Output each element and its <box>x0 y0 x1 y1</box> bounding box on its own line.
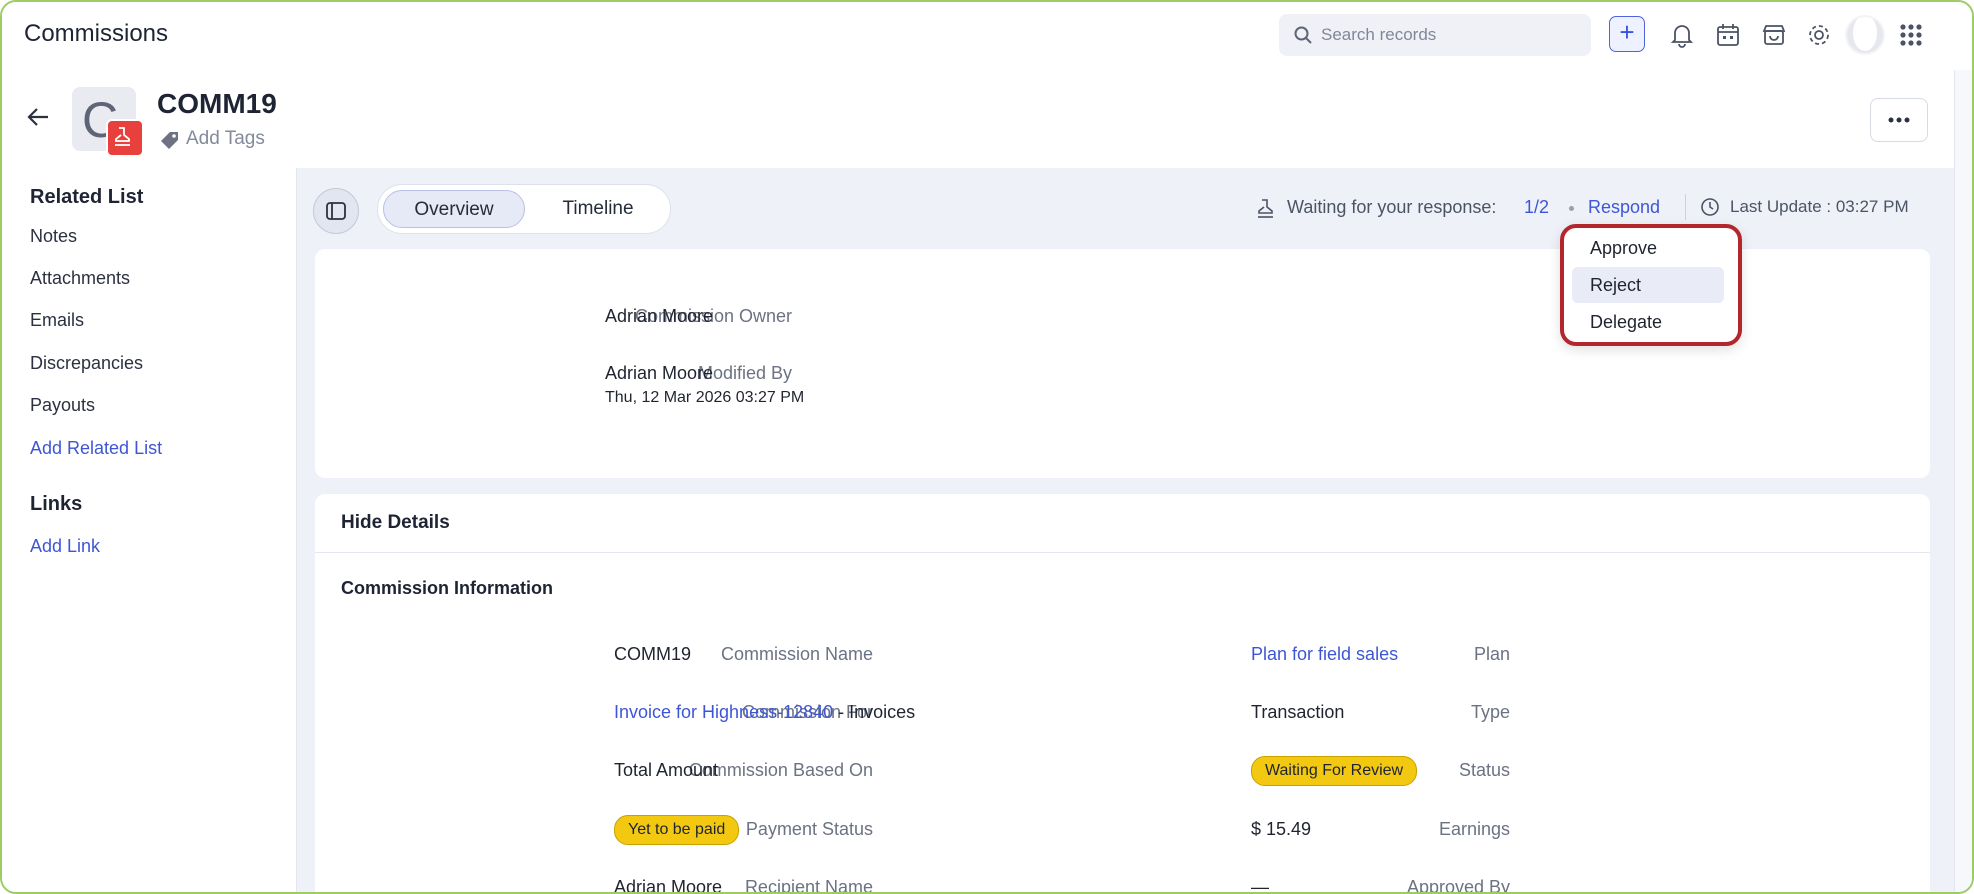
sidebar-item-attachments[interactable]: Attachments <box>30 268 130 289</box>
add-link-link[interactable]: Add Link <box>30 536 100 557</box>
app-window: Commissions Search records + C COMM19 Ad… <box>0 0 1974 894</box>
panel-toggle-icon <box>326 202 346 220</box>
modified-by-value: Adrian Moore <box>605 363 714 383</box>
approval-badge-icon <box>106 119 144 157</box>
bell-icon[interactable] <box>1668 21 1696 49</box>
earnings-label: Earnings <box>1438 819 1510 839</box>
approval-stamp-icon <box>1258 199 1273 218</box>
record-title: COMM19 <box>157 88 277 119</box>
payment-status-label: Payment Status <box>745 819 873 839</box>
recipient-name-label: Recipient Name <box>744 877 873 894</box>
divider <box>1685 194 1686 220</box>
gear-icon[interactable] <box>1805 21 1833 49</box>
last-update-text: Last Update : 03:27 PM <box>1730 197 1909 216</box>
respond-dropdown-menu: Approve Reject Delegate <box>1560 224 1742 346</box>
approved-by-label: Approved By <box>1406 877 1510 894</box>
clock-icon <box>1701 198 1719 216</box>
waiting-response-text: Waiting for your response: <box>1287 197 1497 217</box>
section-title: Commission Information <box>341 578 554 598</box>
plan-link[interactable]: Plan for field sales <box>1251 644 1398 665</box>
sidebar-item-notes[interactable]: Notes <box>30 226 77 247</box>
view-tabs: Overview Timeline <box>377 184 671 234</box>
invoice-link[interactable]: Invoice for Highness-12840 <box>614 702 833 722</box>
calendar-icon[interactable] <box>1714 21 1742 49</box>
commission-based-on-value: Total Amount <box>614 760 719 780</box>
status-label: Status <box>1458 760 1510 780</box>
related-list-sidebar: Related List Notes Attachments Emails Di… <box>2 168 297 892</box>
store-icon[interactable] <box>1760 21 1788 49</box>
menu-item-delegate[interactable]: Delegate <box>1572 304 1724 340</box>
divider <box>315 552 1930 553</box>
commission-name-label: Commission Name <box>720 644 873 664</box>
sidebar-item-discrepancies[interactable]: Discrepancies <box>30 353 143 374</box>
record-avatar: C <box>72 87 144 157</box>
status-badge: Waiting For Review <box>1251 756 1418 786</box>
back-arrow-icon[interactable] <box>26 104 52 130</box>
commission-for-value: Invoice for Highness-12840 - Invoices <box>614 702 915 723</box>
approved-by-value: — <box>1251 877 1269 894</box>
commission-for-module: - Invoices <box>833 702 916 722</box>
tab-timeline[interactable]: Timeline <box>538 190 658 228</box>
menu-item-approve[interactable]: Approve <box>1572 230 1724 266</box>
search-icon <box>1294 26 1312 44</box>
add-related-list-link[interactable]: Add Related List <box>30 438 162 459</box>
sidebar-toggle-button[interactable] <box>313 188 359 234</box>
more-dots-icon <box>1888 117 1910 123</box>
approval-step-count[interactable]: 1/2 <box>1524 197 1549 218</box>
app-title: Commissions <box>24 20 169 47</box>
sidebar-item-emails[interactable]: Emails <box>30 310 84 331</box>
type-label: Type <box>1470 702 1510 722</box>
hide-details-toggle[interactable]: Hide Details <box>341 512 450 534</box>
side-panel-strip <box>1954 70 1972 892</box>
menu-item-reject[interactable]: Reject <box>1572 267 1724 303</box>
commission-owner-value[interactable]: Adrian Moore <box>605 306 713 327</box>
apps-grid-icon[interactable] <box>1897 21 1925 49</box>
payment-status-badge: Yet to be paid <box>614 815 740 845</box>
top-bar: Commissions Search records + <box>2 2 1972 71</box>
related-list-heading: Related List <box>30 186 144 208</box>
tab-overview[interactable]: Overview <box>383 190 525 228</box>
search-placeholder: Search records <box>1321 25 1437 44</box>
create-button[interactable]: + <box>1609 16 1645 52</box>
user-avatar[interactable] <box>1845 15 1885 55</box>
more-actions-button[interactable] <box>1870 98 1928 142</box>
sidebar-item-payouts[interactable]: Payouts <box>30 395 95 416</box>
record-header: C COMM19 Add Tags <box>2 70 1954 169</box>
earnings-value: $ 15.49 <box>1251 819 1312 839</box>
plan-label: Plan <box>1473 644 1510 664</box>
add-tags-link[interactable]: Add Tags <box>186 128 265 150</box>
recipient-name-value: Adrian Moore <box>614 877 723 894</box>
type-value: Transaction <box>1251 702 1345 722</box>
separator-dot <box>1569 206 1574 211</box>
commission-name-value: COMM19 <box>614 644 692 664</box>
search-input[interactable]: Search records <box>1279 14 1591 56</box>
modified-time-value: Thu, 12 Mar 2026 03:27 PM <box>605 389 805 406</box>
respond-button[interactable]: Respond <box>1588 197 1660 218</box>
links-heading: Links <box>30 493 83 515</box>
tag-icon[interactable] <box>158 128 182 152</box>
details-card: Hide Details Commission Information Comm… <box>315 494 1930 894</box>
